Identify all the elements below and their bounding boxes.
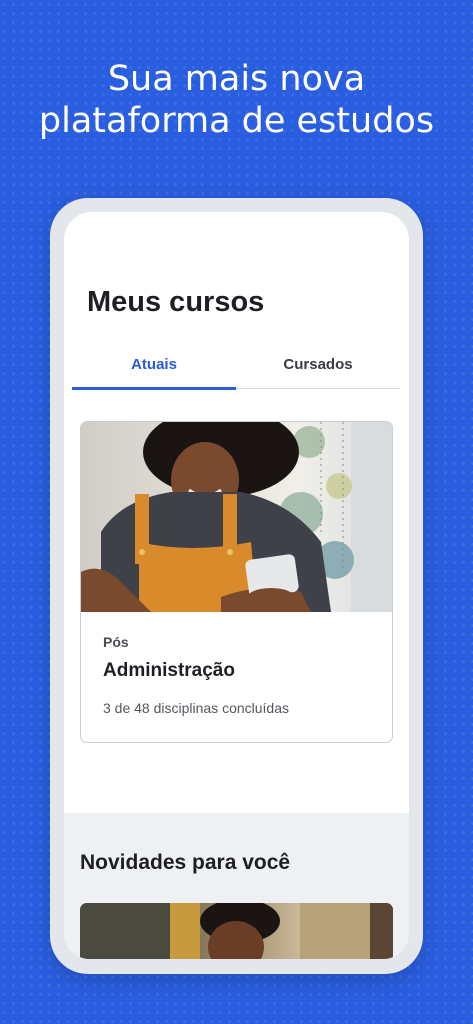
news-section: Novidades para você [64,813,409,959]
student-photo-illustration [81,422,392,612]
headline-line-2: plataforma de estudos [38,101,435,141]
course-progress: 3 de 48 disciplinas concluídas [103,700,290,716]
news-photo-illustration [80,903,393,959]
course-image [81,422,392,612]
promo-headline: Sua mais nova plataforma de estudos [0,58,473,142]
headline-line-1: Sua mais nova [107,59,366,99]
news-card[interactable] [80,903,393,959]
course-card[interactable]: Pós Administração 3 de 48 disciplinas co… [80,421,393,743]
news-title: Novidades para você [80,851,291,874]
tab-atuais[interactable]: Atuais [72,340,236,390]
course-level: Pós [103,634,129,650]
tab-cursados[interactable]: Cursados [236,340,400,388]
page-title: Meus cursos [87,286,265,318]
app-screen: Meus cursos Atuais Cursados Pós Administ… [64,212,409,959]
course-tabs: Atuais Cursados [72,340,400,390]
phone-mockup: Meus cursos Atuais Cursados Pós Administ… [50,198,423,974]
course-name: Administração [103,660,235,681]
